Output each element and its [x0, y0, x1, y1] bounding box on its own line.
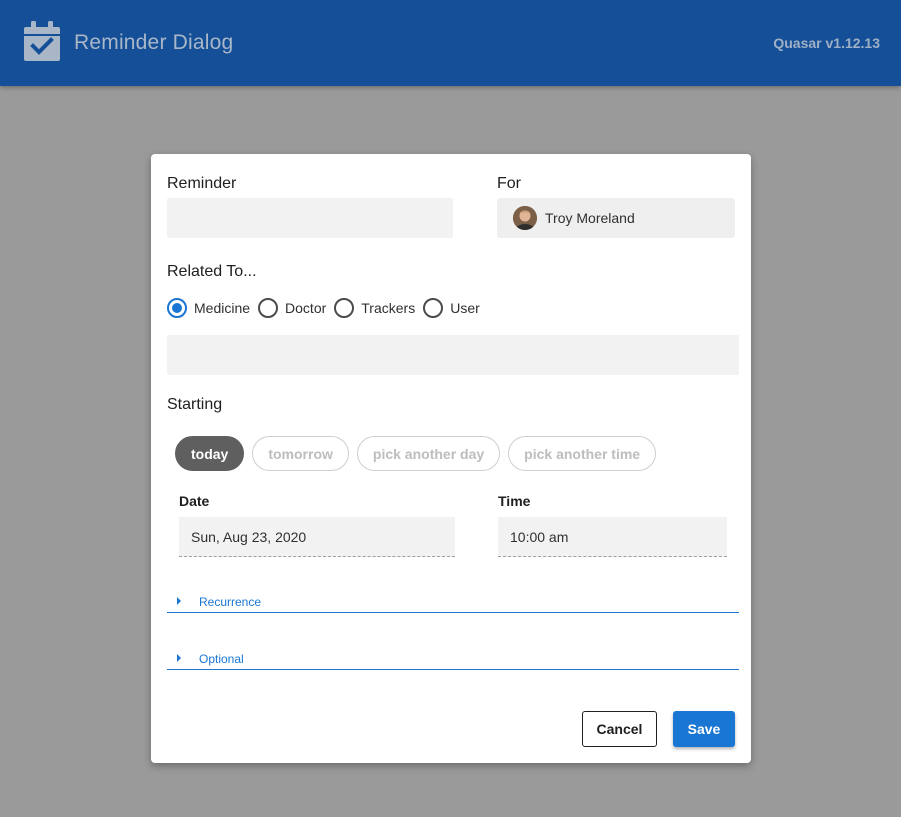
reminder-label: Reminder [167, 175, 237, 192]
optional-expansion[interactable]: Optional [167, 650, 739, 670]
caret-right-icon [177, 597, 181, 605]
cancel-button[interactable]: Cancel [582, 711, 657, 747]
app-header: Reminder Dialog Quasar v1.12.13 [0, 0, 901, 86]
starting-chip-group: today tomorrow pick another day pick ano… [175, 436, 664, 471]
radio-trackers[interactable]: Trackers [334, 298, 415, 318]
for-label: For [497, 175, 521, 192]
date-field[interactable]: Sun, Aug 23, 2020 [179, 517, 455, 557]
radio-label: Medicine [194, 300, 251, 316]
for-name: Troy Moreland [545, 210, 635, 226]
chip-pick-another-day[interactable]: pick another day [356, 436, 501, 471]
date-label: Date [179, 493, 210, 509]
radio-label: Trackers [361, 300, 416, 316]
starting-label: Starting [167, 396, 223, 413]
time-field[interactable]: 10:00 am [498, 517, 727, 557]
chip-pick-another-time[interactable]: pick another time [508, 436, 657, 471]
radio-checked-icon [167, 298, 187, 318]
calendar-check-icon [24, 21, 60, 61]
radio-unchecked-icon [423, 298, 444, 318]
radio-doctor[interactable]: Doctor [258, 298, 326, 318]
related-select[interactable] [167, 335, 739, 375]
radio-unchecked-icon [258, 298, 279, 318]
time-label: Time [498, 493, 531, 509]
save-button[interactable]: Save [673, 711, 735, 747]
radio-user[interactable]: User [423, 298, 480, 318]
radio-label: User [450, 300, 480, 316]
for-select[interactable]: Troy Moreland [497, 198, 735, 238]
app-title: Reminder Dialog [74, 31, 234, 54]
chip-tomorrow[interactable]: tomorrow [252, 436, 349, 471]
recurrence-expansion[interactable]: Recurrence [167, 593, 739, 613]
version-label: Quasar v1.12.13 [773, 35, 880, 51]
avatar [513, 206, 537, 230]
chip-today[interactable]: today [175, 436, 245, 471]
radio-medicine[interactable]: Medicine [167, 298, 250, 318]
related-label: Related To... [167, 263, 257, 280]
related-radio-group: Medicine Doctor Trackers User [167, 298, 488, 318]
recurrence-label: Recurrence [199, 595, 262, 609]
optional-label: Optional [199, 652, 244, 666]
caret-right-icon [177, 654, 181, 662]
reminder-input[interactable] [167, 198, 453, 238]
reminder-dialog: Reminder For Troy Moreland Related To...… [151, 154, 751, 763]
radio-label: Doctor [285, 300, 327, 316]
radio-unchecked-icon [334, 298, 355, 318]
